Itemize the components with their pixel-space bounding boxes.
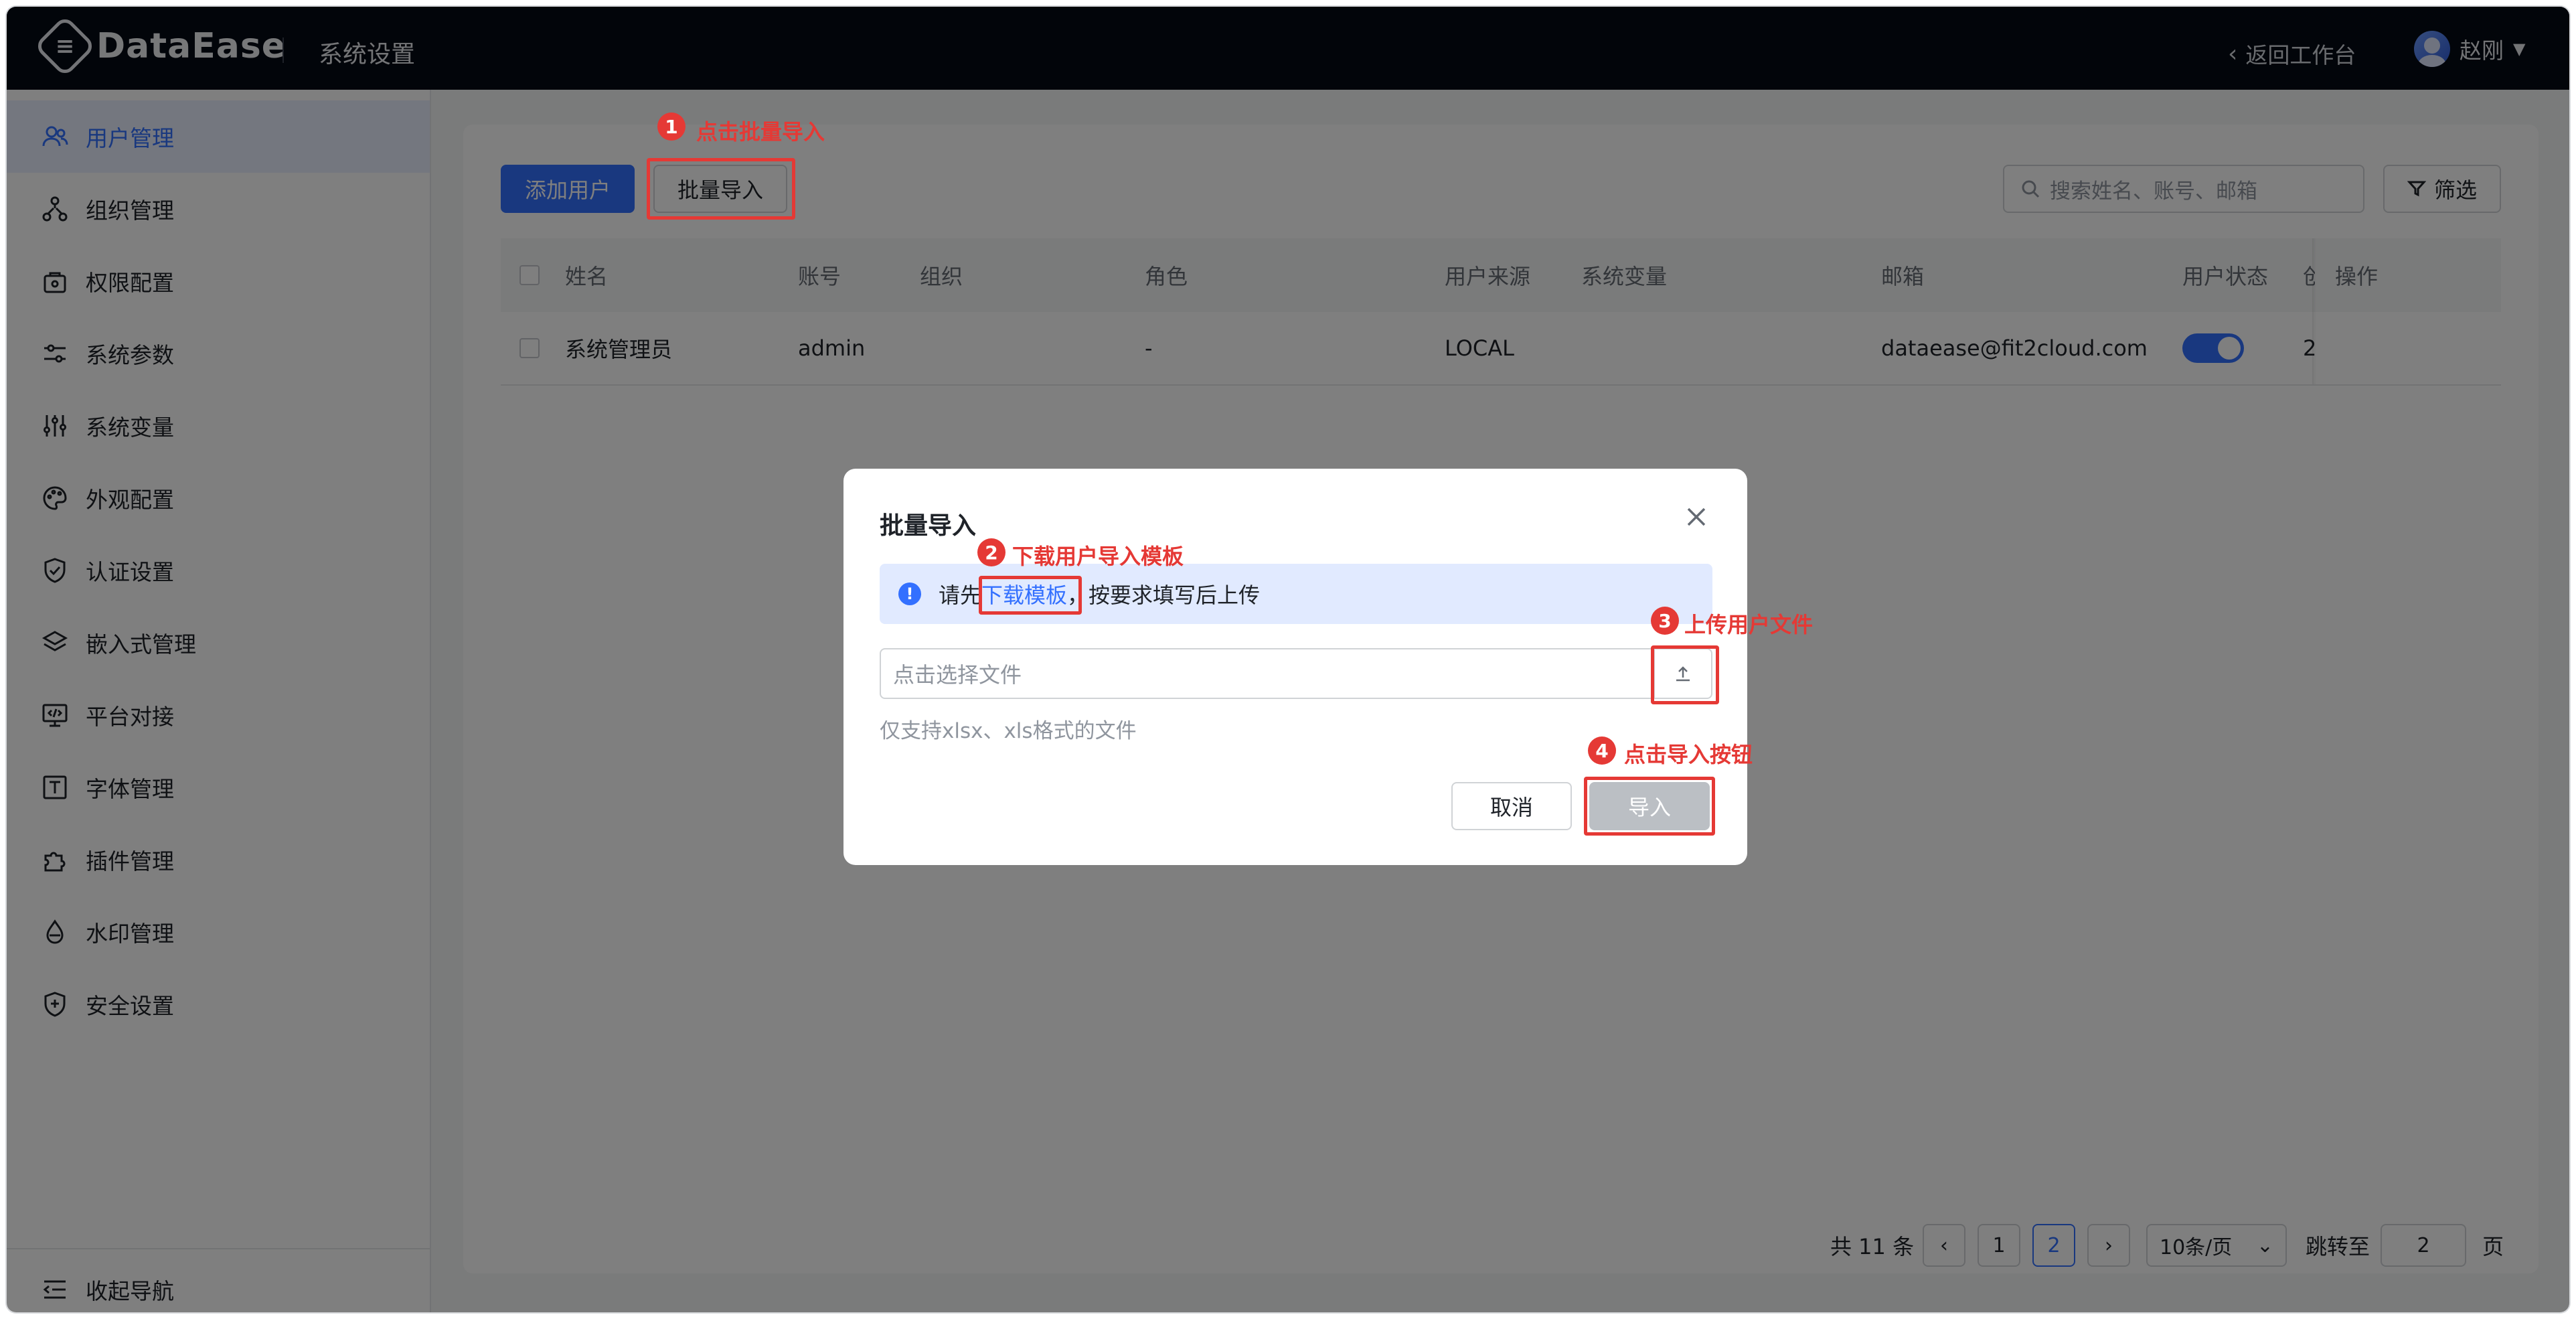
annotation-box-download	[979, 576, 1082, 615]
annotation-box-upload	[1651, 645, 1719, 704]
batch-import-dialog: 批量导入 ! 请先 下载模板 ，按要求填写后上传 点击选择文件 仅支持xlsx、…	[843, 469, 1813, 865]
annotation-number: 1	[657, 112, 686, 141]
annotation-number: 3	[1651, 607, 1679, 635]
alert-suffix: ，按要求填写后上传	[1067, 583, 1261, 608]
dialog-title: 批量导入	[880, 512, 977, 540]
annotation-text: 下载用户导入模板	[1012, 544, 1184, 569]
annotation-number: 2	[977, 538, 1005, 566]
annotation-text: 上传用户文件	[1684, 612, 1814, 637]
annotation-box-import	[1584, 777, 1715, 836]
file-placeholder: 点击选择文件	[893, 662, 1022, 688]
annotation-box-batch-import	[647, 158, 795, 220]
cancel-button[interactable]: 取消	[1451, 782, 1572, 830]
file-format-hint: 仅支持xlsx、xls格式的文件	[880, 719, 1137, 743]
close-icon[interactable]	[1682, 502, 1711, 532]
info-icon: !	[898, 583, 921, 605]
file-select-input[interactable]: 点击选择文件	[880, 648, 1712, 699]
annotation-text: 点击导入按钮	[1624, 742, 1753, 767]
alert-prefix: 请先	[939, 583, 982, 608]
app-window: ≡ DataEase 系统设置 ‹ 返回工作台 赵刚 ▼ 用户管理 组织管理 权…	[7, 7, 2569, 1312]
annotation-number: 4	[1588, 736, 1616, 765]
annotation-text: 点击批量导入	[696, 119, 825, 145]
